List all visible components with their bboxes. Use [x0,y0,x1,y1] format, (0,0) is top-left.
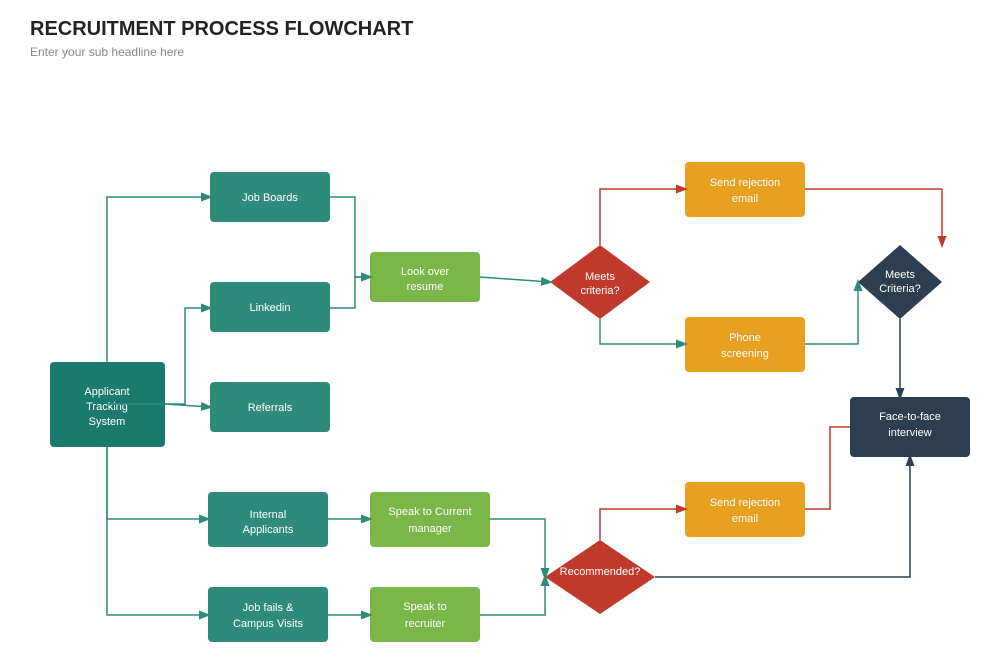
linkedin-label: Linkedin [250,302,291,314]
face-interview-label2: interview [888,427,931,439]
send-rejection2-box [685,482,805,537]
meets-criteria2-label1: Meets [885,269,915,281]
ats-to-jobfails-line [107,447,208,615]
job-fails-label2: Campus Visits [233,618,304,630]
job-fails-label1: Job fails & [243,602,294,614]
ats-label: Applicant [84,386,129,398]
ats-label3: System [89,416,126,428]
job-fails-box [208,587,328,642]
meets-criteria2-label2: Criteria? [879,283,921,295]
recommended-label1: Recommended? [560,566,641,578]
look-over-label2: resume [407,281,444,293]
speak-current-box [370,492,490,547]
send-rejection1-label1: Send rejection [710,177,780,189]
send-rejection2-label2: email [732,513,758,525]
ats-label2: Tracking [86,401,128,413]
job-boards-label: Job Boards [242,192,298,204]
phone-screening-box [685,317,805,372]
meets-to-phone-line [600,319,685,344]
speak-current-label1: Speak to Current [388,506,471,518]
ats-to-referrals-line [165,404,210,407]
looker-to-meets-line [480,277,550,282]
internal-label2: Applicants [243,524,294,536]
meets-to-rejection1-line [600,189,685,245]
meets-criteria-label2: criteria? [580,285,619,297]
speak-recruiter-label2: recruiter [405,618,446,630]
rejection2-right-line [805,427,850,509]
phone-screening-label2: screening [721,348,769,360]
speak-current-label2: manager [408,523,452,535]
speak-recruiter-label1: Speak to [403,601,446,613]
recruiter-to-recommended-line [480,577,545,615]
ats-to-jobboards-line [107,197,210,362]
flowchart: Applicant Tracking System Job Boards Lin… [30,67,990,657]
send-rejection2-label1: Send rejection [710,497,780,509]
face-interview-label1: Face-to-face [879,411,941,423]
referrals-label: Referrals [248,402,293,414]
speak-recruiter-box [370,587,480,642]
send-rejection1-box [685,162,805,217]
ats-to-internal-line [107,447,208,519]
page-subtitle: Enter your sub headline here [30,45,970,59]
speak-to-recommended-line [490,519,545,577]
send-rejection1-label2: email [732,193,758,205]
jobboards-to-looker-line [330,197,370,277]
internal-label1: Internal [250,509,287,521]
linkedin-to-looker-line [330,277,370,308]
meets-criteria-label1: Meets [585,271,615,283]
page-title: RECRUITMENT PROCESS FLOWCHART [30,18,970,41]
recommended-to-rejection2-line [600,509,685,540]
phone-screening-label1: Phone [729,332,761,344]
look-over-label1: Look over [401,266,450,278]
phone-to-meets2-line [805,282,858,344]
